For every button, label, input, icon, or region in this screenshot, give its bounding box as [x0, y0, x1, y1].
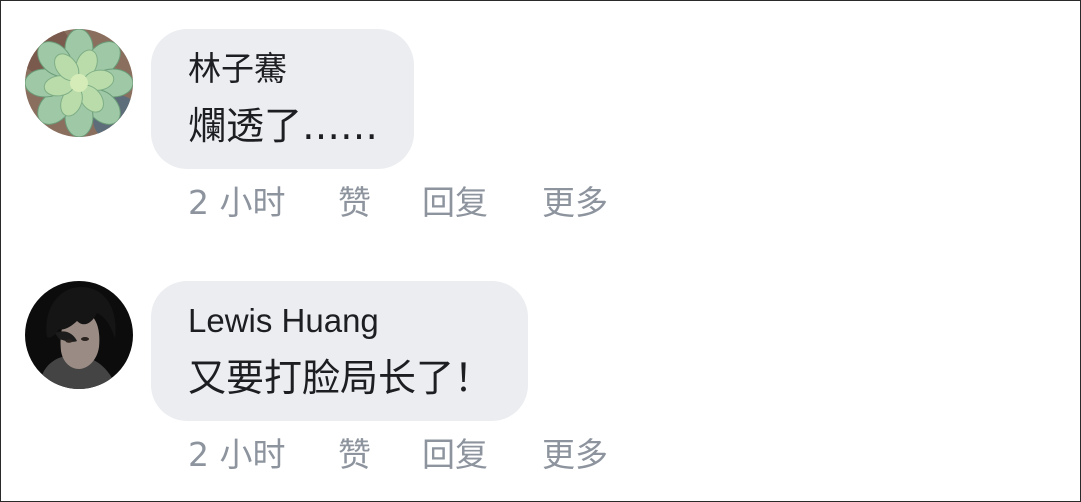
comment-timestamp[interactable]: 2 小时: [188, 181, 286, 225]
succulent-avatar-image: [25, 29, 133, 137]
comment-text: 又要打脸局长了！: [188, 356, 493, 400]
like-button[interactable]: 赞: [338, 181, 371, 225]
comment-thread: 林子騫 爛透了…… 2 小时 赞 回复 更多 Lewis Huang 又要打脸局…: [0, 0, 1081, 502]
comment-author-name[interactable]: Lewis Huang: [188, 301, 492, 341]
comment-bubble: Lewis Huang 又要打脸局长了！: [151, 281, 529, 421]
comment-text: 爛透了……: [188, 104, 379, 148]
comment-bubble: 林子騫 爛透了……: [151, 29, 415, 169]
reply-button[interactable]: 回复: [422, 433, 488, 477]
more-button[interactable]: 更多: [542, 433, 608, 477]
comment-timestamp[interactable]: 2 小时: [188, 433, 286, 477]
like-button[interactable]: 赞: [338, 433, 371, 477]
avatar[interactable]: [25, 29, 133, 137]
reply-button[interactable]: 回复: [422, 181, 488, 225]
avatar[interactable]: [25, 281, 133, 389]
comment-author-name[interactable]: 林子騫: [188, 49, 378, 89]
person-avatar-image: [25, 281, 133, 389]
more-button[interactable]: 更多: [542, 181, 608, 225]
